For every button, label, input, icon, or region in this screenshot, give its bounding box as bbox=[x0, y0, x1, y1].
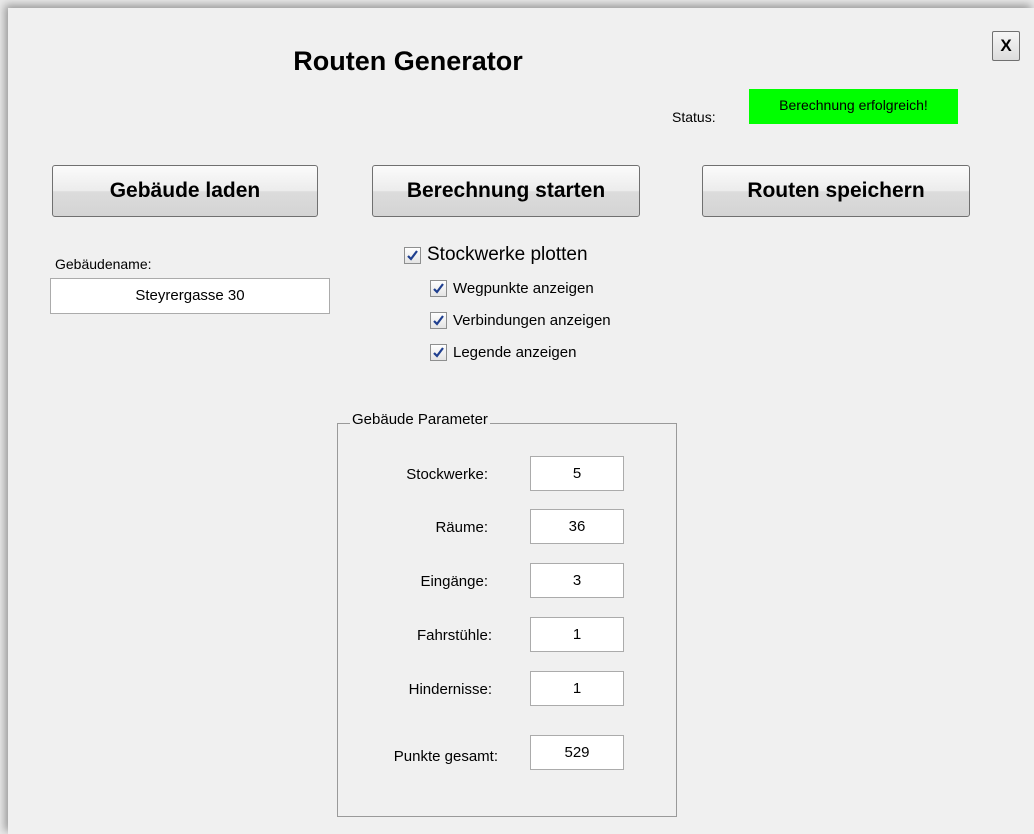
start-calculation-button[interactable]: Berechnung starten bbox=[372, 165, 640, 217]
load-building-button[interactable]: Gebäude laden bbox=[52, 165, 318, 217]
checkmark-icon bbox=[433, 283, 444, 294]
routen-generator-window: Routen Generator X Status: Berechnung er… bbox=[8, 8, 1034, 834]
plot-floors-option[interactable]: Stockwerke plotten bbox=[404, 244, 588, 266]
show-connections-label: Verbindungen anzeigen bbox=[453, 312, 611, 329]
window-title: Routen Generator bbox=[293, 46, 523, 76]
show-waypoints-label: Wegpunkte anzeigen bbox=[453, 280, 594, 297]
building-parameters-panel bbox=[337, 423, 677, 817]
close-button[interactable]: X bbox=[992, 31, 1020, 61]
total-points-label: Punkte gesamt: bbox=[393, 748, 498, 765]
checkmark-icon bbox=[433, 315, 444, 326]
total-points-value: 529 bbox=[530, 735, 624, 770]
building-name-field[interactable]: Steyrergasse 30 bbox=[50, 278, 330, 314]
save-routes-button[interactable]: Routen speichern bbox=[702, 165, 970, 217]
obstacles-label: Hindernisse: bbox=[408, 681, 492, 698]
obstacles-value: 1 bbox=[530, 671, 624, 706]
checkmark-icon bbox=[433, 347, 444, 358]
rooms-label: Räume: bbox=[435, 519, 488, 536]
building-name-label: Gebäudename: bbox=[55, 256, 152, 272]
elevators-label: Fahrstühle: bbox=[416, 627, 492, 644]
building-parameters-title: Gebäude Parameter bbox=[350, 411, 490, 428]
floors-label: Stockwerke: bbox=[406, 466, 488, 483]
show-connections-checkbox[interactable] bbox=[430, 312, 447, 329]
entrances-label: Eingänge: bbox=[420, 573, 488, 590]
elevators-value: 1 bbox=[530, 617, 624, 652]
entrances-value: 3 bbox=[530, 563, 624, 598]
checkmark-icon bbox=[407, 249, 418, 261]
plot-floors-checkbox[interactable] bbox=[404, 246, 421, 264]
show-legend-option[interactable]: Legende anzeigen bbox=[430, 344, 576, 361]
status-badge: Berechnung erfolgreich! bbox=[749, 89, 958, 124]
show-legend-checkbox[interactable] bbox=[430, 344, 447, 361]
show-waypoints-option[interactable]: Wegpunkte anzeigen bbox=[430, 280, 594, 297]
rooms-value: 36 bbox=[530, 509, 624, 544]
status-label: Status: bbox=[672, 109, 716, 125]
floors-value: 5 bbox=[530, 456, 624, 491]
show-waypoints-checkbox[interactable] bbox=[430, 280, 447, 297]
plot-floors-label: Stockwerke plotten bbox=[427, 244, 588, 265]
show-legend-label: Legende anzeigen bbox=[453, 344, 577, 361]
show-connections-option[interactable]: Verbindungen anzeigen bbox=[430, 312, 611, 329]
